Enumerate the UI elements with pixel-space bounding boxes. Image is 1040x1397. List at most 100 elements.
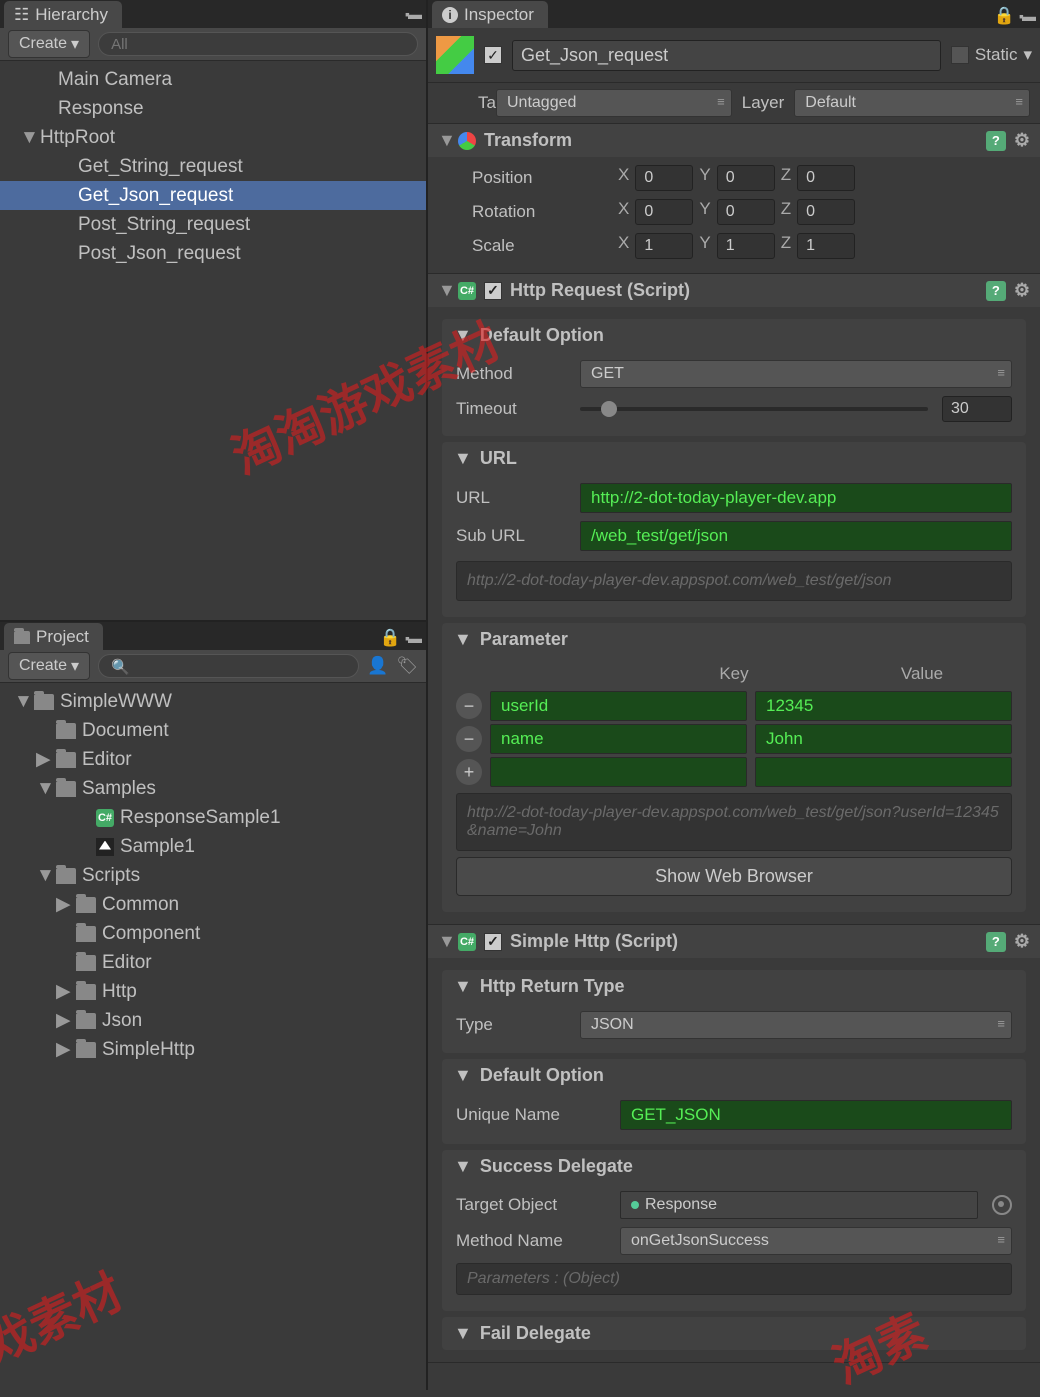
param-add-button[interactable]: + xyxy=(456,759,482,785)
foldout-arrow-icon: ▼ xyxy=(454,448,472,469)
project-item[interactable]: ▶SimpleHttp xyxy=(0,1035,426,1064)
gear-icon[interactable]: ⚙ xyxy=(1014,931,1030,952)
project-item[interactable]: ▼Samples xyxy=(0,774,426,803)
active-checkbox[interactable]: ✓ xyxy=(484,46,502,64)
tree-arrow-icon: ▶ xyxy=(56,1009,70,1032)
component-enabled-checkbox[interactable]: ✓ xyxy=(484,282,502,300)
panel-menu-icon[interactable]: ▪▬ xyxy=(405,6,420,22)
url-input[interactable] xyxy=(580,483,1012,513)
help-icon[interactable]: ? xyxy=(986,131,1006,151)
default-option-header[interactable]: ▼Default Option xyxy=(442,319,1026,352)
transform-icon xyxy=(458,132,476,150)
hierarchy-search[interactable] xyxy=(98,32,418,56)
suburl-input[interactable] xyxy=(580,521,1012,551)
hierarchy-create-button[interactable]: Create ▾ xyxy=(8,30,90,58)
static-label: Static xyxy=(975,45,1018,65)
project-item[interactable]: ▼SimpleWWW xyxy=(0,687,426,716)
simple-http-header[interactable]: ▼ C# ✓ Simple Http (Script) ? ⚙ xyxy=(428,925,1040,958)
hierarchy-item[interactable]: ▼HttpRoot xyxy=(0,123,426,152)
param-remove-button[interactable]: − xyxy=(456,693,482,719)
rotation-y-input[interactable] xyxy=(717,199,775,225)
param-value-input[interactable] xyxy=(755,691,1012,721)
param-value-input[interactable] xyxy=(755,724,1012,754)
project-tab[interactable]: Project xyxy=(4,623,103,650)
type-label: Type xyxy=(456,1015,566,1035)
folder-icon xyxy=(76,1042,96,1058)
project-item[interactable]: ▶Common xyxy=(0,890,426,919)
success-delegate-header[interactable]: ▼Success Delegate xyxy=(442,1150,1026,1183)
rotation-z-input[interactable] xyxy=(797,199,855,225)
param-remove-button[interactable]: − xyxy=(456,726,482,752)
tag-dropdown[interactable]: Untagged xyxy=(496,89,732,117)
return-type-header[interactable]: ▼Http Return Type xyxy=(442,970,1026,1003)
http-request-header[interactable]: ▼ C# ✓ Http Request (Script) ? ⚙ xyxy=(428,274,1040,307)
hierarchy-search-input[interactable] xyxy=(111,36,405,53)
gear-icon[interactable]: ⚙ xyxy=(1014,130,1030,151)
project-item[interactable]: C#ResponseSample1 xyxy=(0,803,426,832)
default-option-header-2[interactable]: ▼Default Option xyxy=(442,1059,1026,1092)
help-icon[interactable]: ? xyxy=(986,281,1006,301)
project-search[interactable]: 🔍 xyxy=(98,654,359,678)
project-item[interactable]: Component xyxy=(0,919,426,948)
filter-by-type-icon[interactable]: 👤 xyxy=(367,656,388,676)
project-create-button[interactable]: Create ▾ xyxy=(8,652,90,680)
project-item[interactable]: Editor xyxy=(0,948,426,977)
param-key-input-empty[interactable] xyxy=(490,757,747,787)
rotation-x-input[interactable] xyxy=(635,199,693,225)
url-section-header[interactable]: ▼URL xyxy=(442,442,1026,475)
scale-z-input[interactable] xyxy=(797,233,855,259)
static-dropdown-icon[interactable]: ▾ xyxy=(1023,45,1032,65)
layer-dropdown[interactable]: Default xyxy=(794,89,1030,117)
timeout-input[interactable] xyxy=(942,396,1012,422)
timeout-slider[interactable] xyxy=(580,407,928,411)
method-dropdown[interactable]: GET xyxy=(580,360,1012,388)
filter-by-label-icon[interactable]: 🏷 xyxy=(396,656,418,676)
hierarchy-item[interactable]: Post_String_request xyxy=(0,210,426,239)
position-z-input[interactable] xyxy=(797,165,855,191)
param-value-input-empty[interactable] xyxy=(755,757,1012,787)
transform-header[interactable]: ▼ Transform ? ⚙ xyxy=(428,124,1040,157)
return-type-dropdown[interactable]: JSON xyxy=(580,1011,1012,1039)
position-x-input[interactable] xyxy=(635,165,693,191)
show-web-browser-button[interactable]: Show Web Browser xyxy=(456,857,1012,896)
project-item[interactable]: ▶Editor xyxy=(0,745,426,774)
help-icon[interactable]: ? xyxy=(986,932,1006,952)
hierarchy-item[interactable]: Get_Json_request xyxy=(0,181,426,210)
gear-icon[interactable]: ⚙ xyxy=(1014,280,1030,301)
scale-x-input[interactable] xyxy=(635,233,693,259)
component-enabled-checkbox[interactable]: ✓ xyxy=(484,933,502,951)
param-key-input[interactable] xyxy=(490,724,747,754)
inspector-tab[interactable]: i Inspector xyxy=(432,1,548,28)
object-picker-icon[interactable] xyxy=(992,1195,1012,1215)
project-item[interactable]: ▶Http xyxy=(0,977,426,1006)
folder-icon xyxy=(34,694,54,710)
params-helper: Parameters : (Object) xyxy=(456,1263,1012,1295)
method-name-dropdown[interactable]: onGetJsonSuccess xyxy=(620,1227,1012,1255)
panel-menu-icon[interactable]: ▪▬ xyxy=(1019,8,1034,24)
object-name-input[interactable] xyxy=(512,40,941,71)
panel-menu-icon[interactable]: ▪▬ xyxy=(405,630,420,646)
tree-arrow-icon: ▼ xyxy=(36,778,50,800)
fail-delegate-header[interactable]: ▼Fail Delegate xyxy=(442,1317,1026,1350)
static-checkbox[interactable] xyxy=(951,46,969,64)
position-y-input[interactable] xyxy=(717,165,775,191)
hierarchy-item[interactable]: Response xyxy=(0,94,426,123)
project-item[interactable]: Sample1 xyxy=(0,832,426,861)
parameter-section-header[interactable]: ▼Parameter xyxy=(442,623,1026,656)
tree-arrow-icon: ▼ xyxy=(14,691,28,713)
project-item[interactable]: Document xyxy=(0,716,426,745)
project-item[interactable]: ▶Json xyxy=(0,1006,426,1035)
target-object-field[interactable]: Response xyxy=(620,1191,978,1219)
folder-icon xyxy=(76,926,96,942)
hierarchy-item[interactable]: Post_Json_request xyxy=(0,239,426,268)
hierarchy-item[interactable]: Main Camera xyxy=(0,65,426,94)
lock-icon[interactable]: 🔒 xyxy=(380,628,401,648)
lock-icon[interactable]: 🔒 xyxy=(994,6,1015,26)
hierarchy-tab[interactable]: ☷ Hierarchy xyxy=(4,1,122,28)
unique-name-input[interactable] xyxy=(620,1100,1012,1130)
hierarchy-item[interactable]: Get_String_request xyxy=(0,152,426,181)
scale-y-input[interactable] xyxy=(717,233,775,259)
param-key-input[interactable] xyxy=(490,691,747,721)
project-item[interactable]: ▼Scripts xyxy=(0,861,426,890)
project-tab-label: Project xyxy=(36,627,89,647)
